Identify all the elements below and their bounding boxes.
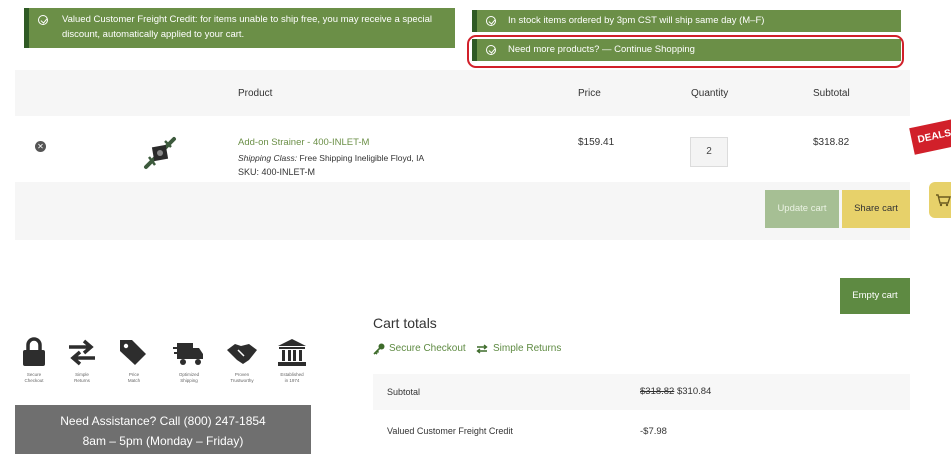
deals-tab[interactable]: DEALS	[909, 118, 951, 155]
stock-notice: In stock items ordered by 3pm CST will s…	[472, 10, 901, 32]
credit-value: -$7.98	[640, 426, 667, 437]
badge-label: Proven Trustworthy	[230, 372, 254, 383]
simple-returns-label: Simple Returns	[493, 343, 562, 354]
swap-arrows-icon	[69, 339, 95, 366]
header-price: Price	[578, 88, 601, 99]
key-icon	[373, 343, 385, 355]
badge-label: Price Match	[127, 372, 141, 383]
badge-label: Established in 1974	[280, 372, 304, 383]
product-sku: SKU: 400-INLET-M	[238, 167, 316, 177]
badge-label: Optimized Shipping	[178, 372, 200, 383]
badge-label: Simple Returns	[74, 372, 90, 383]
empty-cart-button[interactable]: Empty cart	[840, 278, 910, 314]
assistance-hours: 8am – 5pm (Monday – Friday)	[82, 434, 244, 448]
shipping-class-value: Free Shipping Ineligible Floyd, IA	[299, 153, 425, 163]
subtotal-old: $318.82	[640, 386, 675, 397]
freight-notice-line2: discount, automatically applied to your …	[62, 29, 245, 40]
item-price: $159.41	[578, 137, 615, 148]
quantity-input[interactable]: 2	[690, 137, 728, 167]
lock-icon	[23, 337, 45, 366]
header-quantity: Quantity	[691, 88, 729, 99]
subtotal-new: $310.84	[676, 386, 712, 397]
secure-checkout-label: Secure Checkout	[389, 343, 466, 354]
truck-icon	[173, 343, 203, 365]
cart-icon	[936, 194, 951, 207]
credit-label: Valued Customer Freight Credit	[387, 426, 513, 436]
shipping-class: Shipping Class: Free Shipping Ineligible…	[238, 153, 424, 163]
freight-notice-line1: Valued Customer Freight Credit: for item…	[62, 14, 432, 25]
header-product: Product	[238, 88, 273, 99]
handshake-icon	[227, 344, 257, 364]
cart-table-header	[15, 70, 910, 116]
item-subtotal: $318.82	[813, 137, 850, 148]
bank-icon	[278, 339, 306, 366]
badge-label: Secure Checkout	[24, 372, 44, 383]
swap-arrows-icon	[476, 344, 488, 354]
remove-item-icon[interactable]: ✕	[35, 141, 46, 152]
cart-totals-title: Cart totals	[373, 315, 437, 331]
highlight-outline	[467, 35, 904, 68]
shipping-class-label: Shipping Class:	[238, 153, 298, 163]
assistance-box: Need Assistance? Call (800) 247-1854 8am…	[15, 405, 311, 454]
product-link[interactable]: Add-on Strainer - 400-INLET-M	[238, 137, 369, 148]
subtotal-label: Subtotal	[387, 387, 421, 397]
check-circle-icon	[38, 15, 48, 25]
assistance-phone[interactable]: Need Assistance? Call (800) 247-1854	[15, 414, 311, 428]
stock-notice-text: In stock items ordered by 3pm CST will s…	[508, 15, 765, 26]
price-tag-icon	[120, 340, 146, 365]
update-cart-button[interactable]: Update cart	[765, 190, 839, 228]
product-thumbnail[interactable]	[140, 133, 180, 173]
check-circle-icon	[486, 16, 496, 26]
header-subtotal: Subtotal	[813, 88, 850, 99]
share-cart-button[interactable]: Share cart	[842, 190, 910, 228]
side-cart-button[interactable]	[929, 182, 951, 218]
freight-credit-notice: Valued Customer Freight Credit: for item…	[24, 8, 455, 48]
subtotal-value: $318.82 $310.84	[640, 386, 711, 397]
